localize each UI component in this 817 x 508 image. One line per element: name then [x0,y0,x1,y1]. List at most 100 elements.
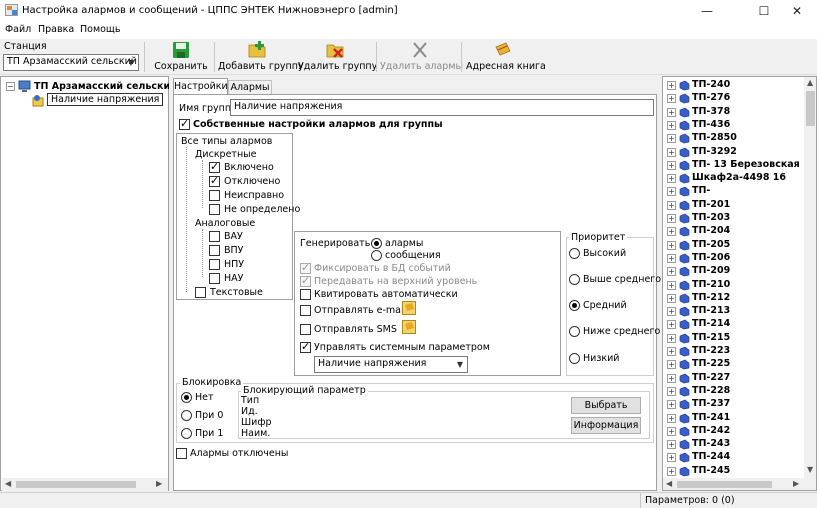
expand-icon[interactable]: + [667,466,676,476]
expand-icon[interactable]: + [667,187,676,197]
sms-checkbox[interactable] [300,324,311,335]
expand-icon[interactable]: + [667,147,676,157]
blocking-at0-radio[interactable] [181,410,192,421]
expand-icon[interactable]: + [667,347,676,356]
right-tree-item[interactable]: ТП-223 [692,345,730,356]
right-tree-item[interactable]: ТП-225 [692,358,730,369]
menu-help[interactable]: Помощь [80,24,120,35]
right-tree-item[interactable]: ТП-205 [692,239,730,250]
analog-vpu-checkbox[interactable] [209,245,220,256]
expand-icon[interactable]: + [667,240,676,250]
right-tree-item[interactable]: ТП-206 [692,252,730,263]
scroll-down-icon[interactable]: ▼ [807,465,813,474]
scroll-left-icon[interactable]: ◀ [5,479,11,488]
sms-settings-icon[interactable] [402,320,416,334]
tree-child-label[interactable]: Наличие напряжения [47,93,164,106]
expand-icon[interactable]: + [667,307,676,317]
right-tree-item[interactable]: Шкаф2а-4498 16 [692,172,786,183]
right-tree-item[interactable]: ТП-212 [692,292,730,303]
expand-icon[interactable]: + [667,107,676,117]
priority-above-medium-radio[interactable] [569,274,580,285]
left-horizontal-scrollbar[interactable]: ◀ ▶ [2,478,168,491]
minimize-button[interactable]: — [685,0,729,22]
menu-edit[interactable]: Правка [38,24,74,35]
right-tree-item[interactable]: ТП-276 [692,92,730,103]
expand-icon[interactable]: + [667,200,676,210]
right-tree-item[interactable]: ТП-237 [692,398,730,409]
expand-icon[interactable]: + [667,413,676,423]
expand-icon[interactable]: + [667,320,676,330]
priority-medium-radio[interactable] [569,300,580,311]
expand-icon[interactable]: + [667,227,676,237]
right-tree-item[interactable]: ТП-378 [692,106,730,117]
delete-alarms-button[interactable]: Удалить алармы [380,40,463,74]
right-tree-item[interactable]: ТП-243 [692,438,730,449]
text-alarms-checkbox[interactable] [195,287,206,298]
station-select[interactable]: ТП Арзамасский сельский ▼ [3,54,139,71]
expand-icon[interactable]: + [667,360,676,370]
expand-icon[interactable]: + [667,94,676,104]
choose-button[interactable]: Выбрать [571,397,641,414]
add-group-button[interactable]: Добавить группу [218,40,304,74]
analog-nau-checkbox[interactable] [209,273,220,284]
expand-icon[interactable]: + [667,453,676,463]
delete-group-button[interactable]: Удалить группу [298,40,377,74]
scroll-right-icon[interactable]: ▶ [156,479,162,488]
right-tree-item[interactable]: ТП-2850 [692,132,737,143]
close-button[interactable]: ✕ [775,0,817,22]
scroll-right-icon[interactable]: ▶ [793,479,799,488]
expand-icon[interactable]: + [667,280,676,290]
expand-icon[interactable]: + [667,120,676,130]
scroll-thumb[interactable] [677,481,772,488]
right-tree-item[interactable]: ТП-203 [692,212,730,223]
analog-node[interactable]: Аналоговые [195,218,255,229]
right-tree-item[interactable]: ТП-215 [692,332,730,343]
auto-ack-checkbox[interactable] [300,289,311,300]
right-tree-item[interactable]: ТП-210 [692,279,730,290]
right-vertical-scrollbar[interactable]: ▲ ▼ [804,77,816,490]
right-tree-item[interactable]: ТП-201 [692,199,730,210]
save-button[interactable]: Сохранить [150,40,212,74]
tab-alarms[interactable]: Алармы [228,80,272,95]
right-horizontal-scrollbar[interactable]: ◀ ▶ [663,478,804,490]
analog-npu-checkbox[interactable] [209,259,220,270]
discrete-node[interactable]: Дискретные [195,149,257,160]
right-tree-item[interactable]: ТП-245 [692,465,730,476]
expand-icon[interactable]: + [667,400,676,410]
expand-icon[interactable]: + [667,293,676,303]
expand-icon[interactable]: + [667,174,676,184]
right-tree-item[interactable]: ТП-213 [692,305,730,316]
discrete-fault-checkbox[interactable] [209,190,220,201]
menu-file[interactable]: Файл [5,24,31,35]
right-tree-item[interactable]: ТП-240 [692,79,730,90]
expand-icon[interactable]: + [667,267,676,277]
group-name-input[interactable]: Наличие напряжения [230,99,654,116]
alarms-disabled-checkbox[interactable] [176,448,187,459]
expand-icon[interactable]: + [667,373,676,383]
email-checkbox[interactable] [300,305,311,316]
scroll-thumb[interactable] [806,91,815,126]
discrete-on-checkbox[interactable] [209,160,220,173]
blocking-none-radio[interactable] [181,392,192,403]
pass-up-checkbox[interactable] [300,274,311,287]
scroll-up-icon[interactable]: ▲ [807,78,813,87]
right-tree-item[interactable]: ТП-244 [692,451,730,462]
expand-icon[interactable]: + [667,214,676,223]
right-tree-item[interactable]: ТП-204 [692,225,730,236]
system-param-select[interactable]: Наличие напряжения ▼ [314,356,468,373]
tab-settings[interactable]: Настройки [173,78,228,95]
discrete-undefined-checkbox[interactable] [209,204,220,215]
info-button[interactable]: Информация [571,417,641,434]
right-tree-item[interactable]: ТП-241 [692,412,730,423]
collapse-icon[interactable]: − [6,82,15,91]
expand-icon[interactable]: + [667,253,676,263]
priority-low-radio[interactable] [569,353,580,364]
right-tree-item[interactable]: ТП-3292 [692,146,737,157]
right-tree-item[interactable]: ТП-228 [692,385,730,396]
expand-icon[interactable]: + [667,440,676,450]
expand-icon[interactable]: + [667,134,676,144]
right-tree-item[interactable]: ТП-242 [692,425,730,436]
scroll-left-icon[interactable]: ◀ [666,479,672,488]
address-book-button[interactable]: Адресная книга [466,40,546,74]
expand-icon[interactable]: + [667,160,676,170]
